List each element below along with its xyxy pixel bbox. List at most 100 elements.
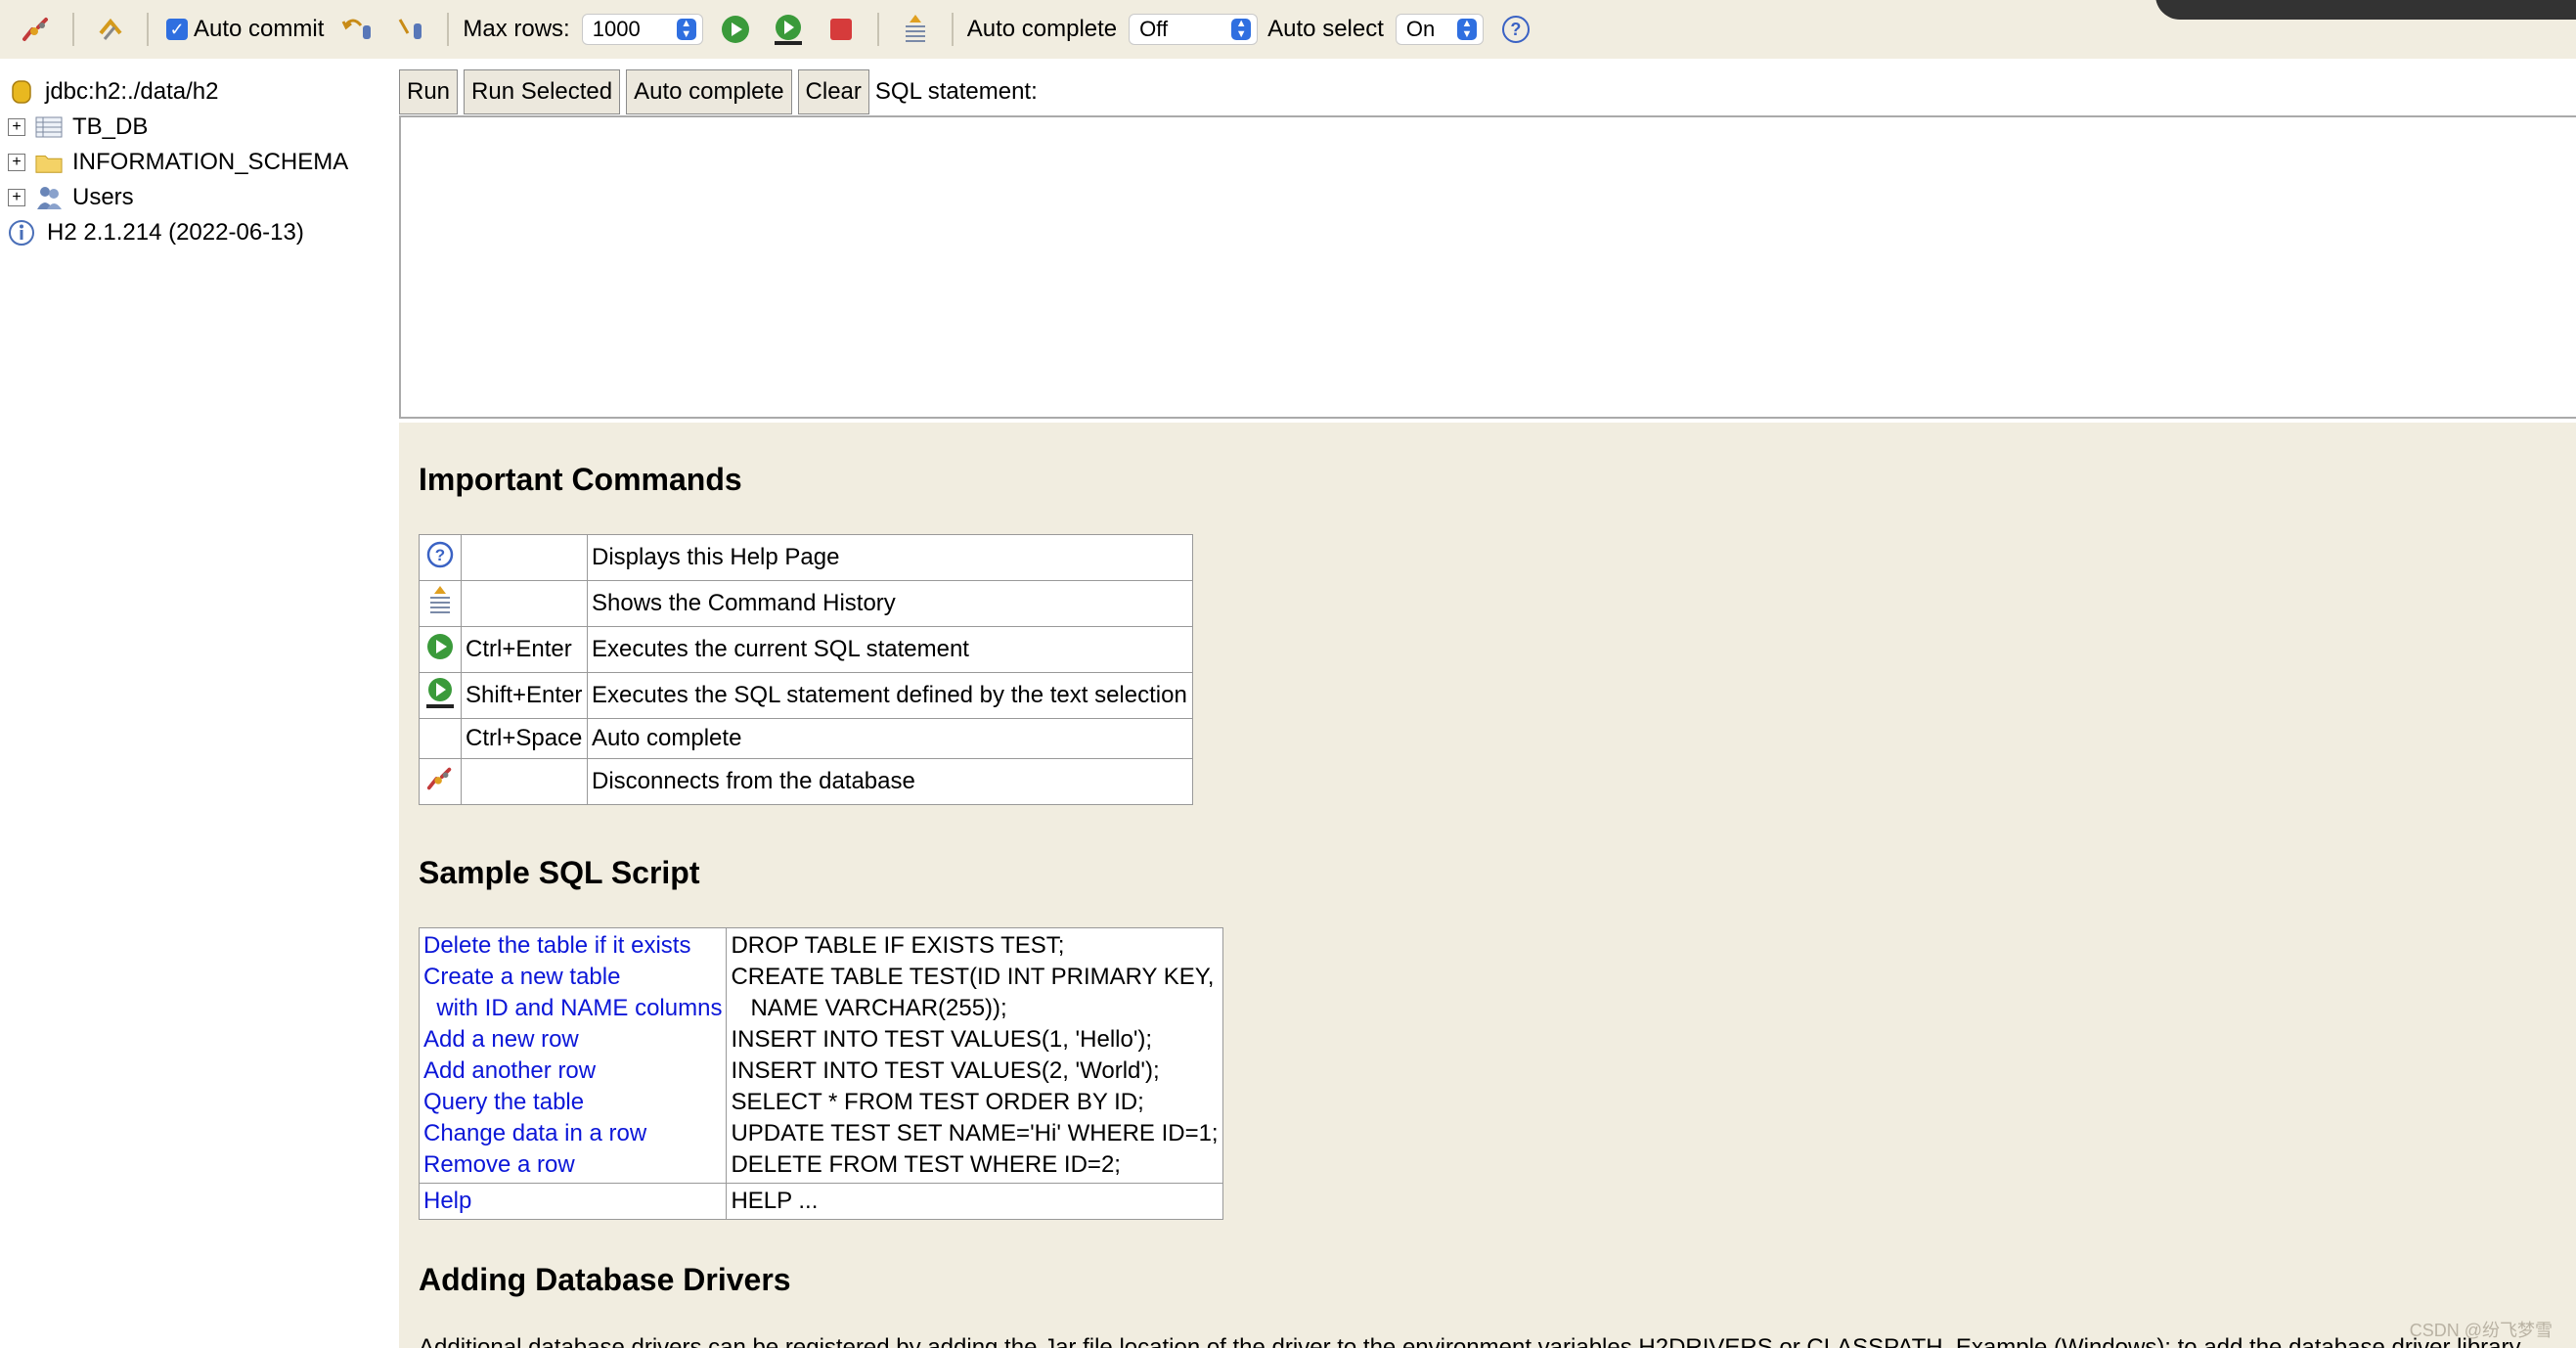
auto-select-select[interactable]: On ▲ ▼	[1395, 14, 1484, 45]
sample-link-create-table-columns[interactable]: with ID and NAME columns	[423, 993, 722, 1024]
table-row: Ctrl+Enter Executes the current SQL stat…	[419, 626, 1193, 673]
info-icon	[8, 219, 35, 247]
sample-link-remove-row[interactable]: Remove a row	[423, 1149, 722, 1181]
shortcut-cell	[461, 758, 588, 805]
sample-link-add-row[interactable]: Add a new row	[423, 1024, 722, 1056]
important-commands-heading: Important Commands	[419, 462, 742, 497]
sql-toolbar: Run Run Selected Auto complete Clear SQL…	[399, 67, 1038, 117]
shortcut-cell	[461, 580, 588, 627]
sample-link-help[interactable]: Help	[423, 1186, 722, 1217]
table-cell	[419, 672, 462, 719]
table-row: ? Displays this Help Page	[419, 534, 1193, 581]
tree-item-label: Users	[72, 184, 134, 210]
expand-icon[interactable]: +	[8, 154, 25, 171]
shortcut-cell: Shift+Enter	[461, 672, 588, 719]
tree-item-label: INFORMATION_SCHEMA	[72, 149, 349, 175]
shortcut-cell: Ctrl+Space	[461, 718, 588, 759]
refresh-icon[interactable]	[92, 11, 129, 48]
sample-link-delete-table[interactable]: Delete the table if it exists	[423, 930, 722, 962]
stop-icon[interactable]	[822, 11, 860, 48]
sample-code-line: DROP TABLE IF EXISTS TEST;	[731, 932, 1065, 959]
description-cell: Executes the current SQL statement	[587, 626, 1193, 673]
run-icon	[427, 633, 453, 659]
sample-link-change-data[interactable]: Change data in a row	[423, 1118, 722, 1149]
help-icon[interactable]: ?	[1497, 11, 1534, 48]
folder-icon	[35, 149, 63, 176]
auto-complete-select[interactable]: Off ▲ ▼	[1129, 14, 1259, 45]
sample-link-add-another-row[interactable]: Add another row	[423, 1056, 722, 1087]
auto-complete-button[interactable]: Auto complete	[626, 69, 792, 114]
run-selected-icon[interactable]	[770, 11, 807, 48]
table-row: Help HELP ...	[418, 1183, 1223, 1220]
sample-link-create-table[interactable]: Create a new table	[423, 962, 722, 993]
tree-item-information-schema[interactable]: + INFORMATION_SCHEMA	[8, 145, 389, 180]
sql-statement-label: SQL statement:	[874, 78, 1038, 105]
database-icon	[8, 78, 35, 106]
tree-item-tb-db[interactable]: + TB_DB	[8, 110, 389, 145]
sample-sql-heading: Sample SQL Script	[419, 855, 700, 890]
shortcut-cell: Ctrl+Enter	[461, 626, 588, 673]
disconnect-icon[interactable]	[18, 11, 55, 48]
auto-commit-label: Auto commit	[194, 16, 325, 42]
expand-icon[interactable]: +	[8, 118, 25, 136]
description-cell: Auto complete	[587, 718, 1193, 759]
tree-connection[interactable]: jdbc:h2:./data/h2	[8, 74, 389, 110]
table-cell	[419, 758, 462, 805]
sample-code-line: INSERT INTO TEST VALUES(1, 'Hello');	[731, 1026, 1153, 1053]
run-icon[interactable]	[717, 11, 754, 48]
toolbar-separator	[951, 13, 954, 46]
tree-item-label: TB_DB	[72, 113, 149, 140]
table-row: Disconnects from the database	[419, 758, 1193, 805]
commit-icon[interactable]	[392, 11, 429, 48]
history-icon[interactable]	[897, 11, 934, 48]
select-arrows-icon: ▲ ▼	[1456, 19, 1477, 40]
help-link-cell: Help	[418, 1183, 728, 1220]
run-selected-button[interactable]: Run Selected	[464, 69, 621, 114]
sample-code-line: INSERT INTO TEST VALUES(2, 'World');	[731, 1057, 1160, 1084]
run-button[interactable]: Run	[399, 69, 459, 114]
result-panel: Important Commands ? Displays this Help …	[399, 423, 2576, 1348]
clear-button[interactable]: Clear	[797, 69, 869, 114]
rollback-icon[interactable]	[339, 11, 377, 48]
select-arrows-icon: ▲ ▼	[1231, 19, 1252, 40]
description-cell: Displays this Help Page	[587, 534, 1193, 581]
table-row: Ctrl+Space Auto complete	[419, 718, 1193, 759]
sample-code-line: HELP ...	[731, 1188, 819, 1214]
sample-code-line: DELETE FROM TEST WHERE ID=2;	[731, 1151, 1121, 1178]
object-tree: jdbc:h2:./data/h2 + TB_DB + INFORMATION_…	[8, 74, 389, 250]
auto-select-label: Auto select	[1267, 16, 1384, 42]
select-arrows-icon: ▲ ▼	[676, 19, 696, 40]
tree-item-users[interactable]: + Users	[8, 180, 389, 215]
auto-complete-label: Auto complete	[966, 16, 1118, 42]
drivers-paragraph: Additional database drivers can be regis…	[419, 1334, 2521, 1348]
table-cell	[419, 580, 462, 627]
description-cell: Executes the SQL statement defined by th…	[587, 672, 1193, 719]
toolbar: ✓ Auto commit Max rows: 1000 ▲ ▼ Auto com…	[0, 0, 2576, 59]
sql-statement-input[interactable]	[399, 115, 2576, 419]
max-rows-label: Max rows:	[463, 16, 570, 42]
shortcut-cell	[461, 534, 588, 581]
svg-text:?: ?	[435, 546, 445, 564]
table-cell	[419, 718, 462, 759]
sample-sql-table: Delete the table if it exists Create a n…	[418, 927, 1223, 1220]
table-cell	[419, 626, 462, 673]
expand-icon[interactable]: +	[8, 189, 25, 206]
help-glyph: ?	[1501, 16, 1530, 43]
connection-label: jdbc:h2:./data/h2	[45, 78, 219, 105]
toolbar-separator	[447, 13, 450, 46]
users-icon	[35, 184, 63, 211]
sample-links-cell: Delete the table if it exists Create a n…	[418, 927, 728, 1184]
auto-commit-checkbox[interactable]: ✓ Auto commit	[166, 16, 324, 43]
watermark: CSDN @纷飞梦雪	[2409, 1321, 2553, 1340]
description-cell: Shows the Command History	[587, 580, 1193, 627]
toolbar-separator	[147, 13, 149, 46]
table-cell: ?	[419, 534, 462, 581]
tree-version: H2 2.1.214 (2022-06-13)	[8, 215, 389, 250]
table-row: Shift+Enter Executes the SQL statement d…	[419, 672, 1193, 719]
help-icon: ?	[426, 541, 454, 567]
table-row: Delete the table if it exists Create a n…	[418, 927, 1223, 1184]
checkbox-checked-icon[interactable]: ✓	[166, 19, 188, 40]
sample-link-query-table[interactable]: Query the table	[423, 1087, 722, 1118]
max-rows-select[interactable]: 1000 ▲ ▼	[581, 14, 703, 45]
table-icon	[35, 113, 63, 141]
